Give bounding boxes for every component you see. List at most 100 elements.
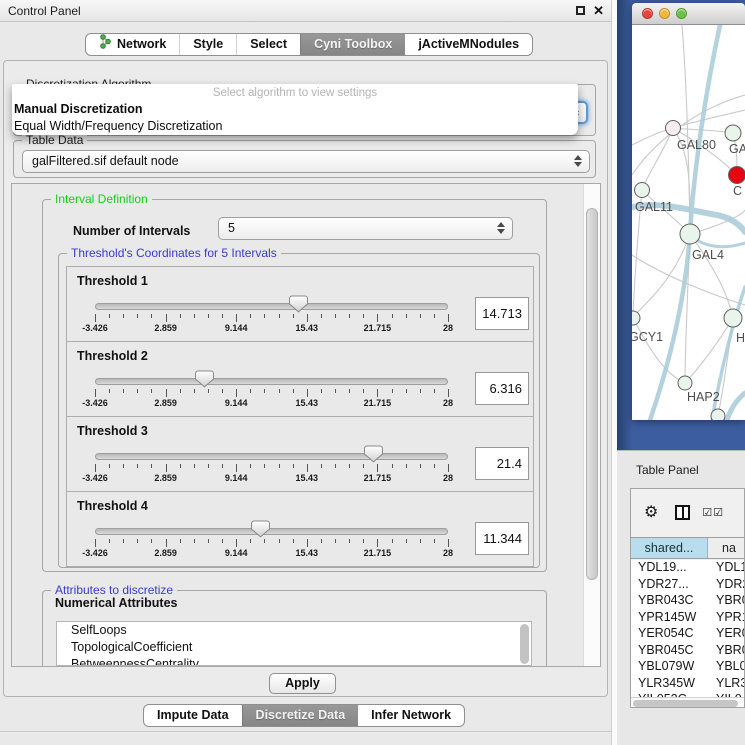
top-tab-bar: NetworkStyleSelectCyni ToolboxjActiveMNo… [85, 33, 533, 56]
network-node-gal11[interactable] [635, 183, 650, 198]
slider-thumb[interactable] [364, 445, 383, 463]
column-header-name[interactable]: na [708, 538, 745, 558]
table-row[interactable]: YBL079WYBL0 [631, 659, 745, 676]
table-row[interactable]: YDL19...YDL1 [631, 560, 745, 577]
close-icon[interactable]: ✕ [593, 3, 604, 19]
table-cell: YDR2 [708, 577, 745, 594]
network-node-gcy1[interactable] [632, 311, 640, 325]
attribute-item-selfloops[interactable]: SelfLoops [57, 622, 531, 639]
apply-button[interactable]: Apply [269, 673, 336, 694]
minor-tick [250, 464, 251, 468]
tab-discretize-data[interactable]: Discretize Data [242, 705, 359, 726]
mac-close-icon[interactable] [642, 8, 653, 19]
table-data-combo-value: galFiltered.sif default node [32, 154, 179, 168]
column-header-shared[interactable]: shared... [631, 538, 708, 558]
tab-network[interactable]: Network [86, 34, 179, 55]
mac-minimize-icon[interactable] [659, 8, 670, 19]
axis-tick-label: -3.426 [82, 473, 108, 483]
network-node-gal4[interactable] [680, 224, 700, 244]
minor-tick [279, 314, 280, 318]
mac-zoom-icon[interactable] [676, 8, 687, 19]
table-row[interactable]: YER054CYER0 [631, 626, 745, 643]
major-tick [95, 539, 96, 547]
settings-scrollpane: Interval Definition Number of Intervals … [11, 183, 601, 667]
table-row[interactable]: YLR345WYLR3 [631, 676, 745, 693]
number-of-intervals-combo[interactable]: 5 [218, 217, 513, 240]
dropdown-option-equal-width-frequency[interactable]: Equal Width/Frequency Discretization [14, 119, 222, 133]
threshold-value-field[interactable]: 11.344 [475, 522, 529, 555]
minor-tick [137, 539, 138, 543]
minor-tick [279, 539, 280, 543]
axis-tick-label: 2.859 [154, 548, 177, 558]
slider-track[interactable] [95, 303, 448, 310]
slider-thumb[interactable] [289, 295, 308, 313]
axis-tick-label: 21.715 [364, 323, 392, 333]
threshold-value-field[interactable]: 21.4 [475, 447, 529, 480]
network-node-h[interactable] [724, 309, 742, 327]
slider-track[interactable] [95, 378, 448, 385]
minor-tick [321, 539, 322, 543]
tab-select[interactable]: Select [236, 34, 300, 55]
table-data-combo[interactable]: galFiltered.sif default node [22, 150, 590, 173]
attribute-item-topologicalcoefficient[interactable]: TopologicalCoefficient [57, 639, 531, 656]
table-cell: YBL079W [631, 659, 708, 676]
tab-infer-network[interactable]: Infer Network [358, 705, 464, 726]
attribute-item-betweennesscentrality[interactable]: BetweennessCentrality [57, 656, 531, 666]
slider-track[interactable] [95, 453, 448, 460]
minor-tick [349, 539, 350, 543]
threshold-value-field[interactable]: 14.713 [475, 297, 529, 330]
axis-tick-label: 9.144 [225, 398, 248, 408]
tab-style[interactable]: Style [179, 34, 236, 55]
table-row[interactable]: YDR27...YDR2 [631, 577, 745, 594]
network-node-hap2[interactable] [678, 376, 692, 390]
table-data-title: Table Data [22, 133, 87, 147]
threshold-value-field[interactable]: 6.316 [475, 372, 529, 405]
table-cell: YLR3 [708, 676, 745, 693]
slider-track[interactable] [95, 528, 448, 535]
vertical-scrollbar-thumb[interactable] [586, 208, 598, 580]
major-tick [448, 464, 449, 472]
slider-thumb[interactable] [195, 370, 214, 388]
float-window-icon[interactable] [576, 6, 585, 15]
network-node-c[interactable] [729, 167, 745, 184]
table-row[interactable]: YPR145WYPR1 [631, 610, 745, 627]
tab-impute-data[interactable]: Impute Data [144, 705, 242, 726]
table-row[interactable]: YBR043CYBR0 [631, 593, 745, 610]
vertical-scrollbar[interactable] [583, 184, 600, 666]
major-tick [166, 539, 167, 547]
tab-cyni-toolbox[interactable]: Cyni Toolbox [300, 34, 405, 55]
minor-tick [208, 314, 209, 318]
checkbox-icons[interactable]: ☑☑ [702, 506, 724, 519]
gear-icon[interactable]: ⚙ [644, 502, 658, 522]
table-row[interactable]: YBR045CYBR0 [631, 643, 745, 660]
tab-label: Infer Network [371, 705, 451, 726]
network-node[interactable] [711, 409, 725, 420]
network-node-ga[interactable] [725, 125, 741, 141]
slider-thumb[interactable] [251, 520, 270, 538]
threshold-label: Threshold 3 [77, 424, 148, 438]
dropdown-hint: Select algorithm to view settings [12, 87, 578, 99]
number-of-intervals-value: 5 [228, 221, 235, 235]
major-tick [448, 314, 449, 322]
numerical-attributes-list[interactable]: SelfLoopsTopologicalCoefficientBetweenne… [56, 621, 532, 666]
major-tick [236, 464, 237, 472]
minor-tick [349, 389, 350, 393]
network-node-gal80[interactable] [666, 121, 681, 136]
minor-tick [406, 314, 407, 318]
minor-tick [151, 539, 152, 543]
dropdown-option-manual-discretization[interactable]: Manual Discretization [14, 102, 143, 116]
columns-icon[interactable] [675, 505, 690, 520]
tab-jactivemnodules[interactable]: jActiveMNodules [405, 34, 532, 55]
minor-tick [222, 464, 223, 468]
table-cell: YDL1 [708, 560, 745, 577]
axis-tick-label: 2.859 [154, 473, 177, 483]
minor-tick [392, 389, 393, 393]
list-scrollbar[interactable] [520, 624, 529, 664]
minor-tick [180, 464, 181, 468]
axis-tick-label: 28 [443, 323, 453, 333]
minor-tick [293, 539, 294, 543]
horizontal-scrollbar[interactable] [631, 697, 744, 708]
table-cell: YPR1 [708, 610, 745, 627]
horizontal-scrollbar-thumb[interactable] [633, 700, 738, 707]
network-canvas[interactable]: GAL80GACGAL11GAL4GCY1HHAP2 [632, 25, 745, 420]
